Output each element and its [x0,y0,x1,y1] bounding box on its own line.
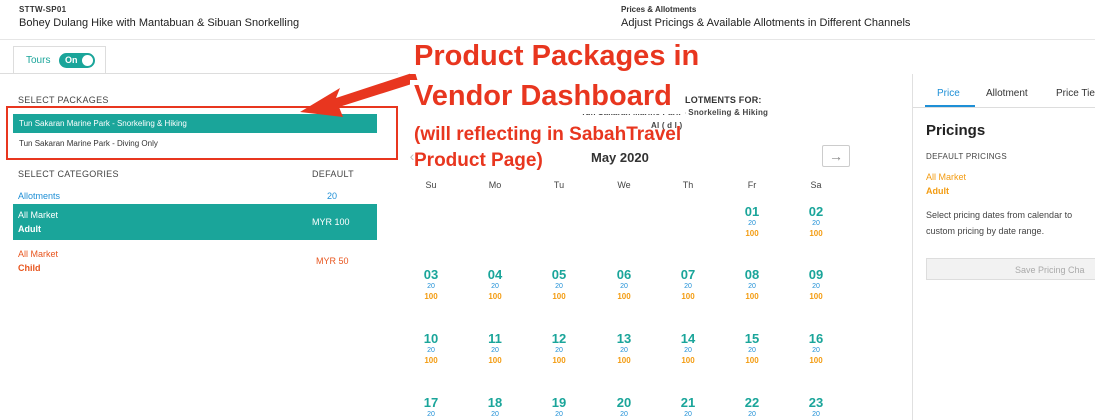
annotation-line4: Product Page) [414,150,543,171]
arrow-shape [300,72,418,117]
annotation-line2: Vendor Dashboard [414,80,672,112]
annotation-line1: Product Packages in [414,40,700,72]
annotation-line3: (will reflecting in SabahTravel [414,124,682,145]
